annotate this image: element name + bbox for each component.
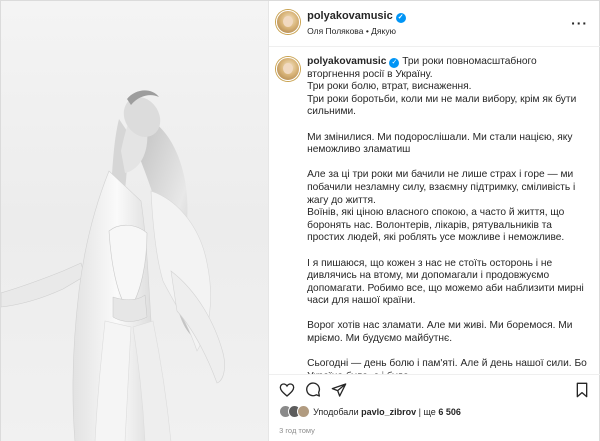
likes-joiner: | ще — [418, 407, 436, 417]
likes-prefix: Уподобали — [313, 407, 359, 417]
likes-summary[interactable]: Уподобали pavlo_zibrov | ще 6 506 — [279, 405, 599, 421]
post-details-panel: polyakovamusic ✓ Оля Полякова • Дякую ···… — [269, 1, 600, 441]
likes-text: Уподобали pavlo_zibrov | ще 6 506 — [313, 407, 461, 417]
caption-paragraph: Воїнів, які ціною власного спокою, а час… — [307, 207, 565, 244]
post-actions-bar — [269, 374, 600, 404]
author-username[interactable]: polyakovamusic — [307, 10, 393, 22]
author-subline[interactable]: Оля Полякова • Дякую — [307, 26, 396, 36]
caption-paragraph: Сьогодні — день болю і пам'яті. Але й де… — [307, 358, 587, 374]
caption-paragraph: Ми змінилися. Ми подорослішали. Ми стали… — [307, 131, 573, 156]
liked-by-username[interactable]: pavlo_zibrov — [361, 407, 416, 417]
more-options-icon[interactable]: ··· — [571, 15, 588, 31]
post-photo[interactable] — [1, 1, 270, 441]
post-caption: polyakovamusic ✓ Три роки повномасштабног… — [269, 47, 600, 374]
post-timestamp[interactable]: 3 год тому — [279, 426, 315, 435]
verified-badge-icon: ✓ — [389, 58, 400, 68]
avatar[interactable] — [276, 10, 301, 34]
caption-paragraph: Три роки болю, втрат, виснаження. — [307, 81, 472, 93]
caption-username[interactable]: polyakovamusic — [307, 56, 386, 67]
heart-icon[interactable] — [279, 382, 295, 398]
bookmark-icon[interactable] — [574, 382, 590, 398]
caption-text: polyakovamusic ✓ Три роки повномасштабног… — [307, 56, 591, 374]
caption-paragraph: І я пишаюся, що кожен з нас не стоїть ос… — [307, 257, 584, 307]
comment-icon[interactable] — [305, 382, 321, 398]
caption-paragraph: Три роки боротьби, коли ми не мали вибор… — [307, 93, 577, 118]
instagram-post: polyakovamusic ✓ Оля Полякова • Дякую ···… — [0, 0, 600, 441]
caption-avatar[interactable] — [276, 57, 301, 81]
singer-photo-illustration — [1, 90, 225, 441]
author-username-row[interactable]: polyakovamusic ✓ — [307, 10, 406, 23]
caption-paragraph: Але за ці три роки ми бачили не лише стр… — [307, 169, 576, 206]
caption-paragraph: Ворог хотів нас зламати. Але ми живі. Ми… — [307, 320, 573, 345]
verified-badge-icon: ✓ — [395, 13, 406, 23]
share-icon[interactable] — [331, 382, 347, 398]
liker-avatar — [297, 405, 311, 418]
post-header: polyakovamusic ✓ Оля Полякова • Дякую ··· — [269, 1, 600, 47]
likes-count[interactable]: 6 506 — [438, 407, 461, 417]
